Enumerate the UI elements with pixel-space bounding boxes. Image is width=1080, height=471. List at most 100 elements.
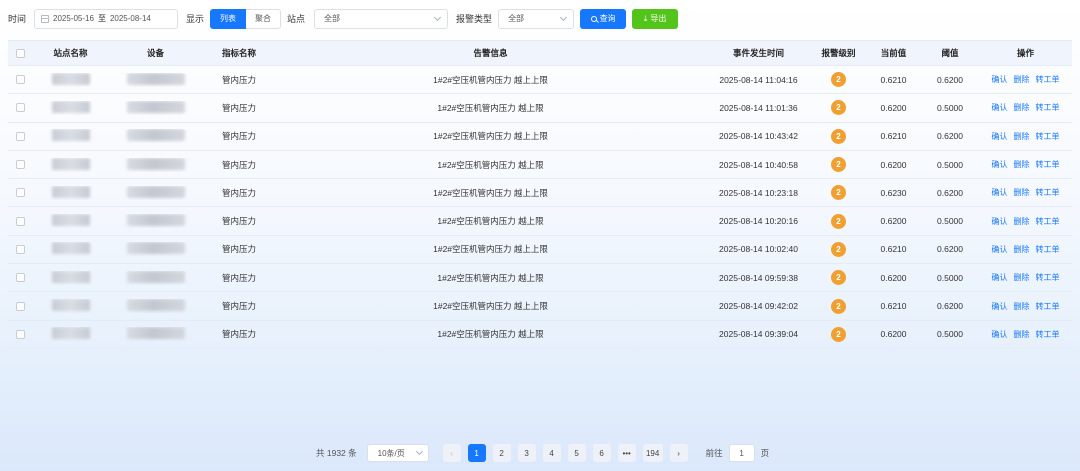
station-cell (33, 157, 108, 172)
redacted-station-name (51, 129, 90, 142)
delete-link[interactable]: 删除 (1014, 131, 1030, 142)
select-all-cell (8, 48, 33, 58)
row-checkbox[interactable] (16, 273, 25, 283)
message-cell: 1#2#空压机管内压力 越上上限 (433, 74, 548, 85)
confirm-link[interactable]: 确认 (992, 216, 1008, 227)
row-checkbox[interactable] (16, 329, 25, 339)
confirm-link[interactable]: 确认 (992, 159, 1008, 170)
station-cell (33, 185, 108, 200)
delete-link[interactable]: 删除 (1014, 272, 1030, 283)
table-row: 管内压力 1#2#空压机管内压力 越上限 2025-08-14 11:01:36… (8, 94, 1072, 123)
current-value-cell: 0.6210 (880, 74, 907, 85)
current-value-cell: 0.6200 (880, 272, 907, 283)
time-cell: 2025-08-14 10:02:40 (719, 244, 798, 255)
page-1-button[interactable]: 1 (467, 444, 486, 462)
work-order-link[interactable]: 转工单 (1036, 102, 1060, 113)
delete-link[interactable]: 删除 (1014, 216, 1030, 227)
redacted-station-name (51, 270, 90, 283)
confirm-link[interactable]: 确认 (992, 244, 1008, 255)
page-3-button[interactable]: 3 (517, 444, 536, 462)
date-range-picker[interactable]: 2025-05-16 至 2025-08-14 (34, 8, 179, 29)
alarm-type-select[interactable]: 全部 (498, 8, 575, 29)
work-order-link[interactable]: 转工单 (1036, 131, 1060, 142)
work-order-link[interactable]: 转工单 (1036, 244, 1060, 255)
prev-page-button[interactable]: ‹ (442, 444, 461, 462)
query-button-label: 查询 (599, 14, 616, 23)
pagination: 共 1932 条 10条/页 ‹ 1 2 3 4 5 6 ••• 194 › 前… (316, 444, 769, 462)
work-order-link[interactable]: 转工单 (1036, 272, 1060, 283)
level-cell: 2 (811, 72, 866, 88)
station-cell (33, 100, 108, 115)
page-size-select[interactable]: 10条/页 (366, 444, 429, 462)
confirm-link[interactable]: 确认 (992, 187, 1008, 198)
date-start: 2025-05-16 (53, 14, 94, 23)
row-checkbox[interactable] (16, 244, 25, 254)
current-value-cell: 0.6230 (880, 187, 907, 198)
query-button[interactable]: 查询 (580, 8, 627, 29)
redacted-device-name (126, 129, 185, 142)
delete-link[interactable]: 删除 (1014, 159, 1030, 170)
export-button[interactable]: ⤓ 导出 (632, 8, 679, 29)
work-order-link[interactable]: 转工单 (1036, 301, 1060, 312)
metric-cell: 管内压力 (221, 272, 256, 283)
page-5-button[interactable]: 5 (567, 444, 586, 462)
row-select-cell (8, 160, 33, 170)
confirm-link[interactable]: 确认 (992, 131, 1008, 142)
confirm-link[interactable]: 确认 (992, 272, 1008, 283)
station-select[interactable]: 全部 (314, 8, 449, 29)
device-cell (108, 299, 203, 313)
delete-link[interactable]: 删除 (1014, 301, 1030, 312)
time-cell: 2025-08-14 09:42:02 (719, 301, 798, 312)
delete-link[interactable]: 删除 (1014, 187, 1030, 198)
confirm-link[interactable]: 确认 (992, 74, 1008, 85)
confirm-link[interactable]: 确认 (992, 301, 1008, 312)
threshold-cell: 0.5000 (937, 159, 963, 170)
display-aggregate-button[interactable]: 聚合 (246, 8, 282, 29)
device-cell (108, 157, 203, 172)
delete-link[interactable]: 删除 (1014, 74, 1030, 85)
work-order-link[interactable]: 转工单 (1036, 187, 1060, 198)
page-194-button[interactable]: 194 (642, 444, 663, 462)
table-row: 管内压力 1#2#空压机管内压力 越上上限 2025-08-14 10:23:1… (8, 179, 1072, 208)
level-cell: 2 (811, 213, 866, 229)
page-2-button[interactable]: 2 (492, 444, 511, 462)
row-checkbox[interactable] (16, 75, 25, 85)
current-value-cell: 0.6200 (880, 102, 907, 113)
redacted-device-name (126, 242, 185, 255)
goto-page-input[interactable]: 1 (728, 444, 755, 462)
more-pages-button[interactable]: ••• (617, 444, 636, 462)
delete-link[interactable]: 删除 (1014, 244, 1030, 255)
confirm-link[interactable]: 确认 (992, 102, 1008, 113)
row-checkbox[interactable] (16, 131, 25, 141)
row-checkbox[interactable] (16, 216, 25, 226)
date-end: 2025-08-14 (109, 14, 151, 23)
confirm-link[interactable]: 确认 (992, 329, 1008, 340)
download-icon: ⤓ (643, 13, 648, 23)
metric-cell: 管内压力 (221, 131, 256, 142)
page-6-button[interactable]: 6 (592, 444, 611, 462)
work-order-link[interactable]: 转工单 (1036, 329, 1060, 340)
time-cell: 2025-08-14 10:20:16 (719, 216, 798, 227)
row-checkbox[interactable] (16, 160, 25, 170)
header-message: 告警信息 (473, 48, 508, 58)
delete-link[interactable]: 删除 (1014, 329, 1030, 340)
page-4-button[interactable]: 4 (542, 444, 561, 462)
work-order-link[interactable]: 转工单 (1036, 74, 1060, 85)
next-page-button[interactable]: › (669, 444, 688, 462)
delete-link[interactable]: 删除 (1014, 102, 1030, 113)
station-cell (33, 299, 108, 313)
work-order-link[interactable]: 转工单 (1036, 216, 1060, 227)
display-list-button[interactable]: 列表 (210, 8, 247, 29)
actions-cell: 确认 删除 转工单 (979, 74, 1072, 85)
metric-cell: 管内压力 (221, 329, 256, 340)
row-checkbox[interactable] (16, 188, 25, 198)
redacted-device-name (126, 214, 185, 227)
work-order-link[interactable]: 转工单 (1036, 159, 1060, 170)
redacted-station-name (51, 100, 90, 113)
row-checkbox[interactable] (16, 301, 25, 311)
threshold-cell: 0.6200 (937, 301, 963, 312)
message-cell: 1#2#空压机管内压力 越上限 (437, 159, 544, 170)
current-value-cell: 0.6200 (880, 159, 907, 170)
select-all-checkbox[interactable] (16, 48, 25, 58)
row-checkbox[interactable] (16, 103, 25, 113)
